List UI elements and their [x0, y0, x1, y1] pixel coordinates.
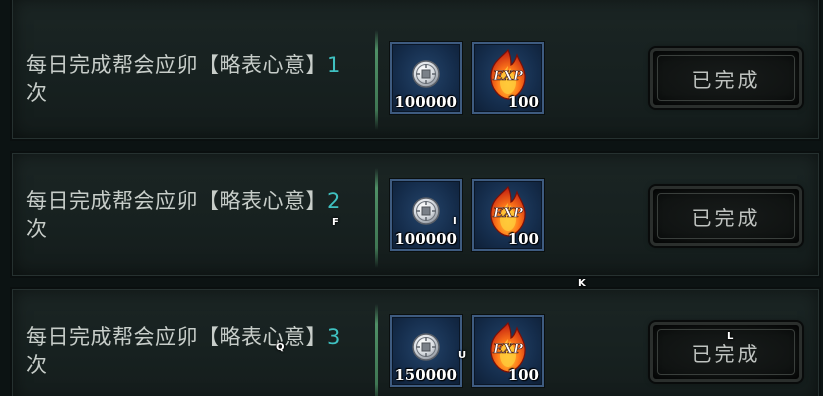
reward-quantity: 100 — [507, 366, 539, 384]
task-row: 每日完成帮会应卯【略表心意】2 次 100000 EXP 100 已完成 — [10, 151, 821, 278]
row-divider — [375, 30, 378, 130]
marker-q: Q — [276, 342, 285, 353]
completed-label: 已完成 — [691, 67, 761, 92]
marker-k: K — [578, 278, 586, 289]
task-desc-text: 每日完成帮会应卯【略表心意】 — [26, 53, 327, 77]
reward-slot-exp[interactable]: EXP 100 — [472, 42, 544, 114]
task-description: 每日完成帮会应卯【略表心意】1 次 — [26, 51, 371, 107]
completed-button[interactable]: 已完成 — [650, 186, 802, 246]
reward-quantity: 100 — [507, 93, 539, 111]
reward-slot-silver[interactable]: 150000 — [390, 315, 462, 387]
marker-i: I — [453, 216, 457, 227]
reward-quantity: 100000 — [394, 93, 457, 111]
completed-button[interactable]: 已完成 — [650, 322, 802, 382]
row-divider — [375, 168, 378, 268]
completed-label: 已完成 — [691, 205, 761, 230]
row-divider — [375, 304, 378, 396]
task-desc-suffix: 次 — [26, 81, 48, 105]
task-desc-text: 每日完成帮会应卯【略表心意】 — [26, 189, 327, 213]
task-row: 每日完成帮会应卯【略表心意】3 次 150000 EXP 100 已完成 — [10, 287, 821, 396]
reward-slot-exp[interactable]: EXP 100 — [472, 179, 544, 251]
marker-u: U — [458, 350, 467, 361]
reward-slot-silver[interactable]: 100000 — [390, 42, 462, 114]
reward-quantity: 150000 — [394, 366, 457, 384]
task-desc-suffix: 次 — [26, 353, 48, 377]
marker-f: F — [332, 217, 339, 228]
exp-icon-text: EXP — [492, 69, 524, 84]
guild-task-list: 每日完成帮会应卯【略表心意】1 次 100000 EXP 100 已完成 每日完成… — [0, 0, 823, 396]
reward-slot-silver[interactable]: 100000 — [390, 179, 462, 251]
task-count: 1 — [327, 53, 341, 77]
reward-slot-exp[interactable]: EXP 100 — [472, 315, 544, 387]
completed-label: 已完成 — [691, 341, 761, 366]
marker-l: L — [727, 331, 734, 342]
task-count: 2 — [327, 189, 341, 213]
task-count: 3 — [327, 325, 341, 349]
reward-quantity: 100 — [507, 230, 539, 248]
task-desc-suffix: 次 — [26, 217, 48, 241]
exp-icon-text: EXP — [492, 342, 524, 357]
task-description: 每日完成帮会应卯【略表心意】2 次 — [26, 187, 371, 243]
task-description: 每日完成帮会应卯【略表心意】3 次 — [26, 323, 371, 379]
completed-button[interactable]: 已完成 — [650, 48, 802, 108]
exp-icon-text: EXP — [492, 206, 524, 221]
task-row: 每日完成帮会应卯【略表心意】1 次 100000 EXP 100 已完成 — [10, 0, 821, 141]
reward-quantity: 100000 — [394, 230, 457, 248]
